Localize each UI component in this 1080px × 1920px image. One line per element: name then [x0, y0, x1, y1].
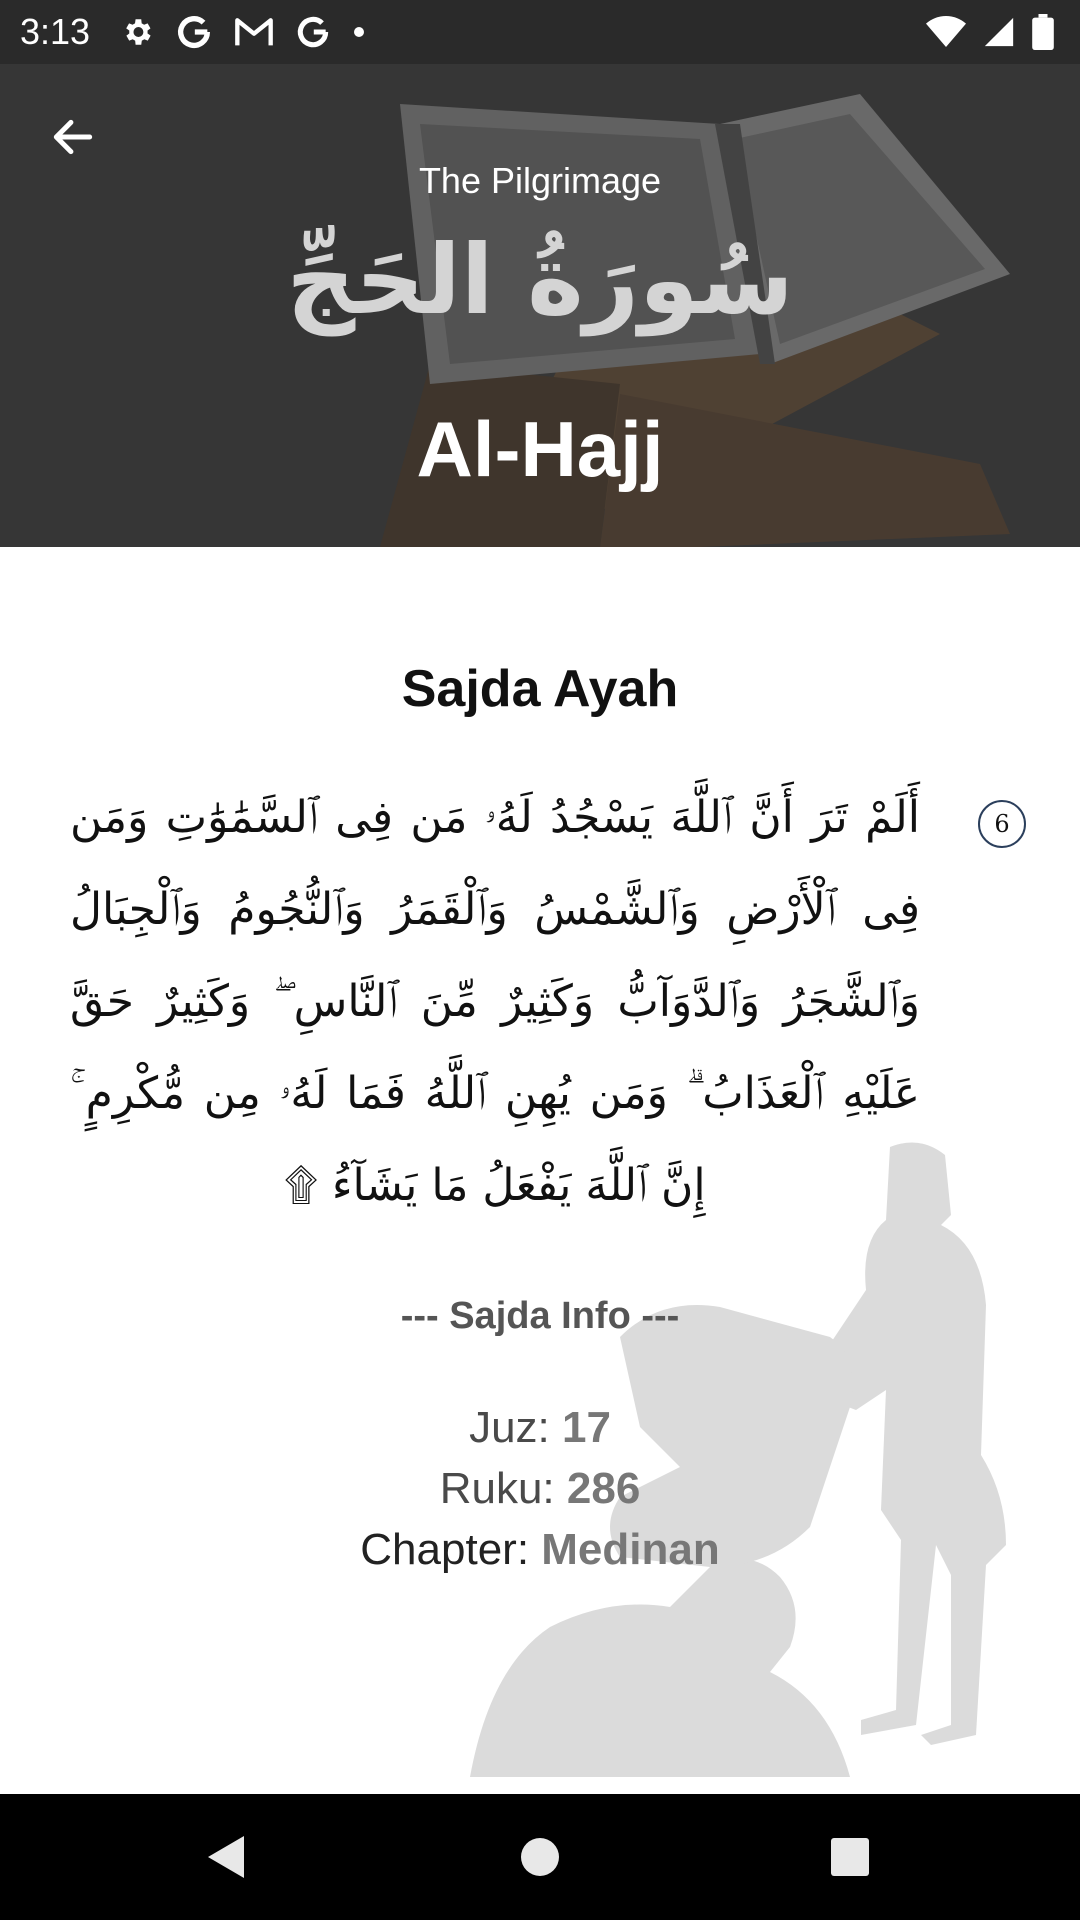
chapter-row: Chapter: Medinan [0, 1519, 1080, 1580]
gear-icon [120, 15, 154, 49]
google-icon [294, 13, 332, 51]
sajda-info: Juz: 17 Ruku: 286 Chapter: Medinan [0, 1397, 1080, 1580]
juz-value: 17 [561, 1403, 611, 1452]
nav-home-button[interactable] [510, 1827, 570, 1887]
notification-icons [120, 12, 366, 52]
nav-back-button[interactable] [195, 1827, 255, 1887]
home-circle-icon [521, 1838, 559, 1876]
surah-transliterated-name: Al-Hajj [416, 405, 664, 493]
surah-english-meaning: The Pilgrimage [418, 160, 662, 201]
juz-row: Juz: 17 [0, 1397, 1080, 1458]
nav-recents-button[interactable] [820, 1827, 880, 1887]
wifi-icon [926, 16, 966, 48]
arrow-left-icon [53, 119, 93, 155]
status-time: 3:13 [20, 11, 91, 52]
google-icon [174, 12, 214, 52]
recents-square-icon [831, 1838, 869, 1876]
ayah-number-badge: 6 [978, 800, 1026, 848]
status-bar: 3:13 [0, 0, 1080, 64]
ruku-value: 286 [566, 1464, 641, 1513]
ruku-label: Ruku: [439, 1464, 567, 1513]
chapter-value: Medinan [541, 1525, 720, 1574]
back-triangle-icon [208, 1836, 244, 1878]
sajda-info-title: --- Sajda Info --- [400, 1295, 680, 1337]
dot-icon [352, 25, 366, 39]
surah-arabic-name: سُورَةُ الحَجِّ [286, 224, 794, 336]
section-title: Sajda Ayah [401, 660, 679, 718]
juz-label: Juz: [469, 1403, 562, 1452]
chapter-label: Chapter: [360, 1525, 542, 1574]
gmail-icon [234, 15, 274, 49]
surah-header: The Pilgrimage سُورَةُ الحَجِّ Al-Hajj [0, 64, 1080, 547]
sajda-content: Sajda Ayah 6 أَلَمْ تَرَ أَنَّ ٱللَّهَ ي… [0, 547, 1080, 1794]
signal-icon [982, 15, 1016, 49]
navigation-bar [0, 1794, 1080, 1920]
ayah-arabic-text: أَلَمْ تَرَ أَنَّ ٱللَّهَ يَسْجُدُ لَهُۥ… [70, 792, 920, 1211]
battery-icon [1032, 14, 1054, 50]
ruku-row: Ruku: 286 [0, 1458, 1080, 1519]
